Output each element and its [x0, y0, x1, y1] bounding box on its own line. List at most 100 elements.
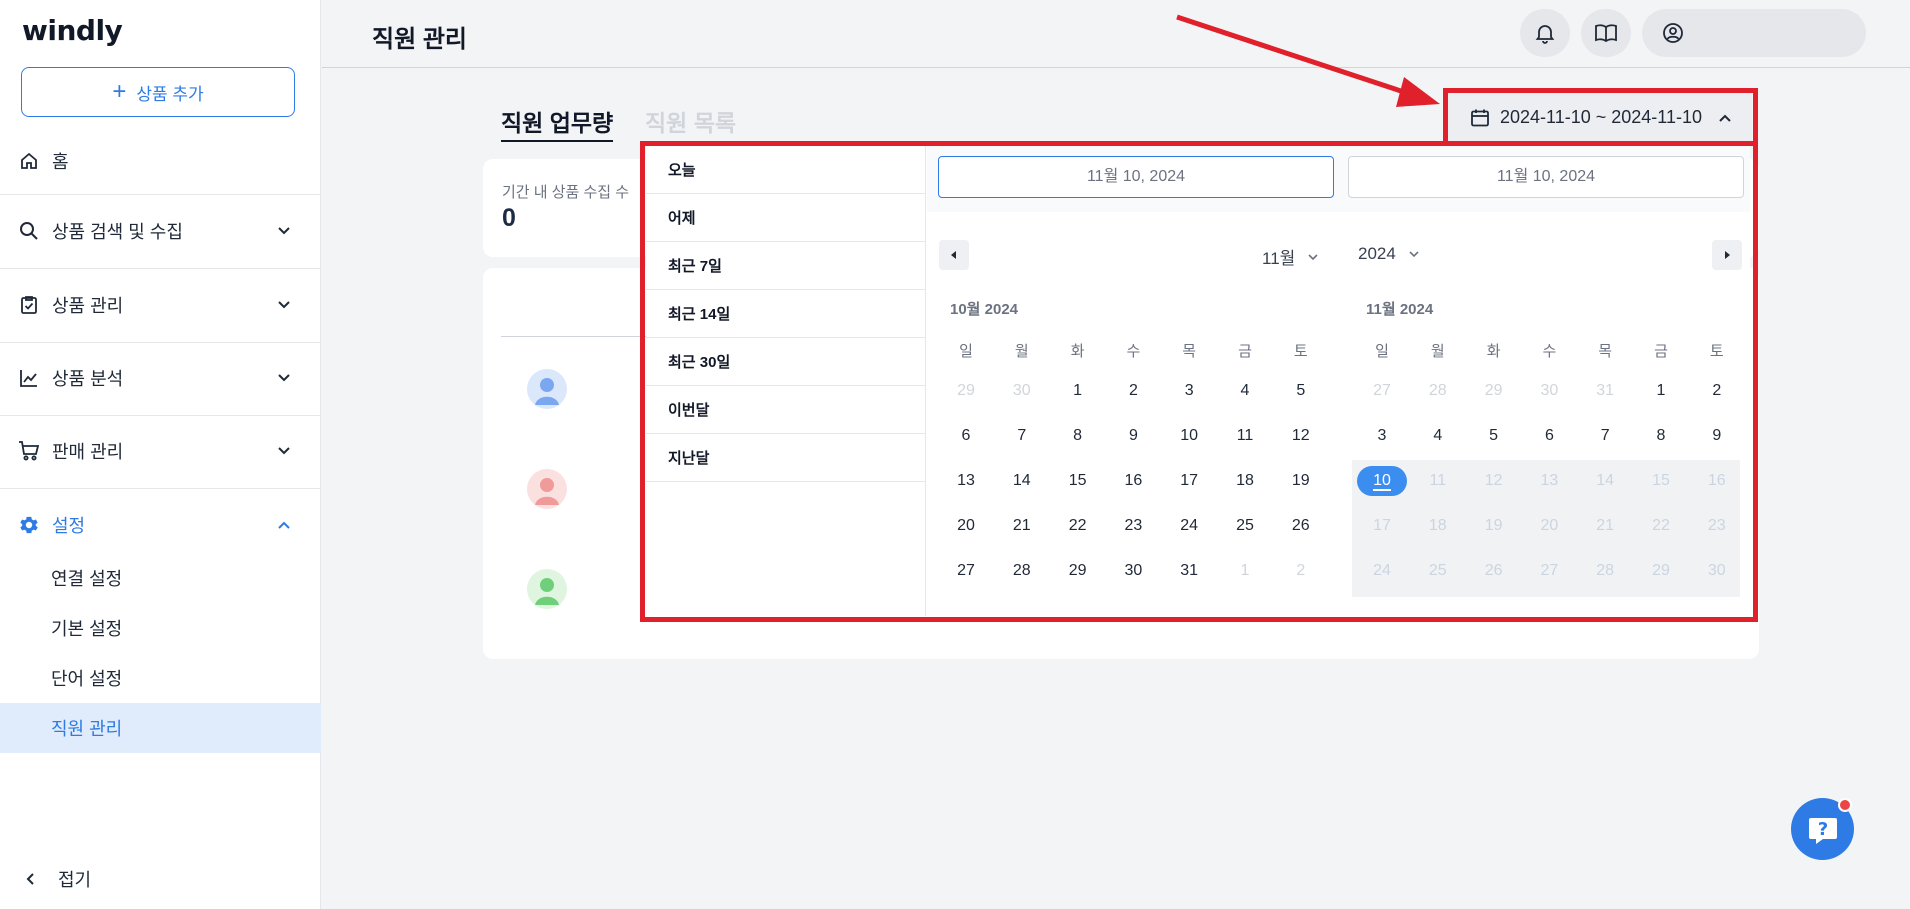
calendar-day: 26 — [1484, 562, 1503, 579]
sidebar-item-label: 판매 관리 — [52, 442, 124, 462]
notifications-button[interactable] — [1520, 9, 1570, 57]
preset-yesterday[interactable]: 어제 — [646, 194, 926, 242]
calendar-day[interactable]: 12 — [1276, 421, 1326, 451]
calendar-day[interactable]: 5 — [1276, 376, 1326, 406]
calendar-day[interactable]: 21 — [997, 511, 1047, 541]
sidebar-item-product-analysis[interactable]: 상품 분석 — [0, 348, 321, 408]
weekday-header: 일 — [1375, 343, 1389, 360]
user-circle-icon — [1663, 23, 1683, 43]
start-date-input[interactable]: 11월 10, 2024 — [938, 156, 1334, 198]
calendar-day[interactable]: 3 — [1357, 421, 1407, 451]
tab-staff-list[interactable]: 직원 목록 — [645, 104, 736, 138]
bell-icon — [1535, 25, 1555, 44]
tab-staff-workload[interactable]: 직원 업무량 — [501, 104, 614, 142]
calendar-day[interactable]: 5 — [1469, 421, 1519, 451]
calendar-day[interactable]: 3 — [1164, 376, 1214, 406]
calendar-day[interactable]: 19 — [1276, 466, 1326, 496]
add-product-button[interactable]: + 상품 추가 — [21, 67, 295, 117]
date-range-label: 2024-11-10 ~ 2024-11-10 — [1500, 107, 1702, 127]
sidebar-subitem-connection[interactable]: 연결 설정 — [0, 553, 321, 603]
preset-last-month[interactable]: 지난달 — [646, 434, 926, 482]
calendar-day[interactable]: 8 — [1053, 421, 1103, 451]
sidebar-subitem-basic[interactable]: 기본 설정 — [0, 603, 321, 653]
calendar-day[interactable]: 29 — [1053, 556, 1103, 586]
calendar-day[interactable]: 25 — [1220, 511, 1270, 541]
sidebar-subitem-staff[interactable]: 직원 관리 — [0, 703, 321, 753]
preset-this-month[interactable]: 이번달 — [646, 386, 926, 434]
preset-list: 오늘 어제 최근 7일 최근 14일 최근 30일 이번달 지난달 — [646, 146, 926, 616]
calendar-day: 11 — [1429, 472, 1447, 489]
end-date-input[interactable]: 11월 10, 2024 — [1348, 156, 1744, 198]
calendar-day[interactable]: 27 — [941, 556, 991, 586]
chevron-down-icon — [278, 374, 290, 382]
calendar-day[interactable]: 10 — [1164, 421, 1214, 451]
collapse-sidebar-button[interactable]: 접기 — [24, 866, 91, 892]
calendar-day[interactable]: 13 — [941, 466, 991, 496]
calendar-day[interactable]: 4 — [1413, 421, 1463, 451]
preset-last-14-days[interactable]: 최근 14일 — [646, 290, 926, 338]
calendar-day[interactable]: 7 — [1580, 421, 1630, 451]
calendar-day[interactable]: 9 — [1108, 421, 1158, 451]
weekday-header: 월 — [1430, 343, 1445, 360]
calendar-day[interactable]: 14 — [997, 466, 1047, 496]
sidebar-item-label: 홈 — [52, 152, 69, 172]
calendar-day[interactable]: 18 — [1220, 466, 1270, 496]
sidebar-item-product-search[interactable]: 상품 검색 및 수집 — [0, 201, 321, 261]
calendar-day[interactable]: 6 — [941, 421, 991, 451]
calendar-day[interactable]: 16 — [1108, 466, 1158, 496]
prev-month-button[interactable] — [939, 240, 969, 270]
calendar-day[interactable]: 7 — [997, 421, 1047, 451]
calendar-day: 29 — [957, 382, 975, 399]
chevron-up-icon — [1719, 114, 1731, 122]
next-month-button[interactable] — [1712, 240, 1742, 270]
sidebar-item-sales-manage[interactable]: 판매 관리 — [0, 421, 321, 481]
calendar-day-selected[interactable]: 10 — [1357, 466, 1407, 496]
month-select[interactable]: 11월 — [1262, 244, 1319, 269]
calendar-day[interactable]: 26 — [1276, 511, 1326, 541]
calendar-day[interactable]: 24 — [1164, 511, 1214, 541]
calendar-day-label: 10 — [1373, 472, 1391, 491]
calendar-day[interactable]: 8 — [1636, 421, 1686, 451]
calendar-day[interactable]: 2 — [1108, 376, 1158, 406]
calendar-day[interactable]: 22 — [1053, 511, 1103, 541]
weekday-header: 목 — [1598, 343, 1613, 360]
calendar-day[interactable]: 28 — [997, 556, 1047, 586]
calendar-day[interactable]: 4 — [1220, 376, 1270, 406]
weekday-header: 금 — [1654, 343, 1668, 360]
calendar-day[interactable]: 23 — [1108, 511, 1158, 541]
calendar-day[interactable]: 6 — [1524, 421, 1574, 451]
chevron-down-icon — [278, 301, 290, 309]
calendar-day[interactable]: 15 — [1053, 466, 1103, 496]
calendar-day[interactable]: 1 — [1636, 376, 1686, 406]
sidebar-item-product-manage[interactable]: 상품 관리 — [0, 275, 321, 335]
sidebar-item-settings[interactable]: 설정 — [0, 495, 321, 555]
sidebar-item-home[interactable]: 홈 — [0, 131, 321, 191]
calendar-day: 27 — [1373, 382, 1391, 399]
date-range-button[interactable]: 2024-11-10 ~ 2024-11-10 — [1448, 91, 1752, 144]
calendar-day[interactable]: 30 — [1108, 556, 1158, 586]
notification-dot — [1838, 798, 1852, 812]
calendar-day: 25 — [1428, 562, 1447, 579]
preset-today[interactable]: 오늘 — [646, 146, 926, 194]
calendar-day[interactable]: 11 — [1220, 421, 1270, 451]
divider — [0, 194, 321, 195]
weekday-header: 화 — [1070, 343, 1085, 360]
year-select[interactable]: 2024 — [1358, 244, 1420, 264]
preset-last-7-days[interactable]: 최근 7일 — [646, 242, 926, 290]
guide-button[interactable] — [1581, 9, 1631, 57]
caret-right-icon — [1725, 251, 1730, 259]
plus-icon: + — [112, 78, 127, 105]
sidebar-subitem-words[interactable]: 단어 설정 — [0, 653, 321, 703]
calendar-day[interactable]: 20 — [941, 511, 991, 541]
svg-text:?: ? — [1817, 819, 1827, 840]
profile-button[interactable] — [1642, 9, 1866, 57]
calendar-day: 12 — [1484, 472, 1503, 489]
calendar-day[interactable]: 9 — [1692, 421, 1742, 451]
calendar-day[interactable]: 2 — [1692, 376, 1742, 406]
calendar-day[interactable]: 1 — [1053, 376, 1103, 406]
avatar — [527, 369, 567, 409]
preset-last-30-days[interactable]: 최근 30일 — [646, 338, 926, 386]
calendar-day[interactable]: 17 — [1164, 466, 1214, 496]
calendar-day: 19 — [1484, 517, 1503, 534]
calendar-day[interactable]: 31 — [1164, 556, 1214, 586]
